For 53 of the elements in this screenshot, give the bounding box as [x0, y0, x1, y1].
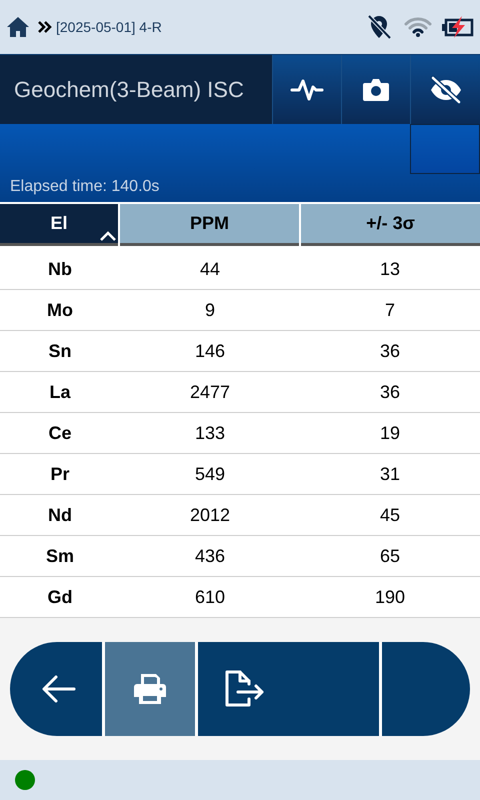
- table-cell-text: Sm: [44, 544, 75, 568]
- table-cell-text: 436: [194, 544, 226, 568]
- table-cell-text: Pr: [49, 462, 70, 486]
- table-cell-text: 133: [194, 422, 226, 444]
- table-cell-text: 31: [378, 462, 402, 486]
- back-button[interactable]: [10, 642, 102, 736]
- table-cell-text: Ce: [47, 422, 72, 444]
- table-cell-text: Nd: [47, 504, 73, 526]
- table-cell-text: 146: [194, 340, 226, 362]
- table-cell-text: 549: [194, 462, 226, 486]
- eye-off-icon: [428, 76, 462, 104]
- printer-icon: [132, 671, 168, 707]
- mode-title: Geochem(3-Beam) ISC: [0, 55, 272, 124]
- table-cell-text: Sn: [47, 340, 72, 362]
- empty-button[interactable]: [382, 642, 470, 736]
- back-arrow-icon: [42, 675, 76, 703]
- battery-charging-icon: [440, 15, 474, 39]
- table-cell-text: La: [48, 380, 72, 404]
- table-cell-text: Nb: [47, 258, 73, 280]
- location-off-icon: [366, 13, 392, 41]
- table-cell-text: 190: [374, 586, 406, 608]
- table-cell-text: 7: [384, 298, 396, 322]
- table-cell-text: 2477: [188, 380, 232, 404]
- wifi-icon: [404, 16, 432, 38]
- table-cell-text: 65: [378, 544, 402, 568]
- export-button[interactable]: [198, 642, 379, 736]
- table-cell-text: Gd: [46, 586, 74, 608]
- breadcrumb-text: [2025-05-01] 4-R: [56, 18, 162, 37]
- table-cell-text: 19: [378, 422, 402, 444]
- column-header[interactable]: PPM: [120, 204, 299, 246]
- column-header[interactable]: El: [0, 204, 118, 246]
- table-cell-text: Mo: [46, 298, 74, 322]
- table-cell-text: 36: [378, 380, 402, 404]
- camera-button[interactable]: [341, 55, 410, 124]
- table-cell-text: 610: [194, 586, 226, 608]
- table-cell-text: 36: [378, 340, 402, 362]
- camera-icon: [362, 78, 390, 102]
- elapsed-time: Elapsed time: 140.0s: [9, 177, 160, 197]
- table-cell-text: 13: [378, 258, 402, 280]
- table-cell-text: 45: [378, 504, 402, 526]
- print-button[interactable]: [105, 642, 195, 736]
- file-export-icon: [223, 670, 265, 708]
- home-icon[interactable]: [6, 16, 30, 38]
- table-cell-text: 44: [198, 258, 222, 280]
- column-header[interactable]: +/- 3σ: [301, 204, 480, 246]
- spectrum-button[interactable]: [272, 55, 341, 124]
- table-cell-text: 2012: [188, 504, 232, 526]
- pulse-icon: [290, 76, 324, 102]
- hide-button[interactable]: [410, 55, 480, 124]
- table-cell-text: 9: [204, 298, 216, 322]
- double-chevron-icon: [38, 21, 52, 33]
- empty-panel: [410, 124, 480, 174]
- sort-caret-icon: [100, 231, 116, 241]
